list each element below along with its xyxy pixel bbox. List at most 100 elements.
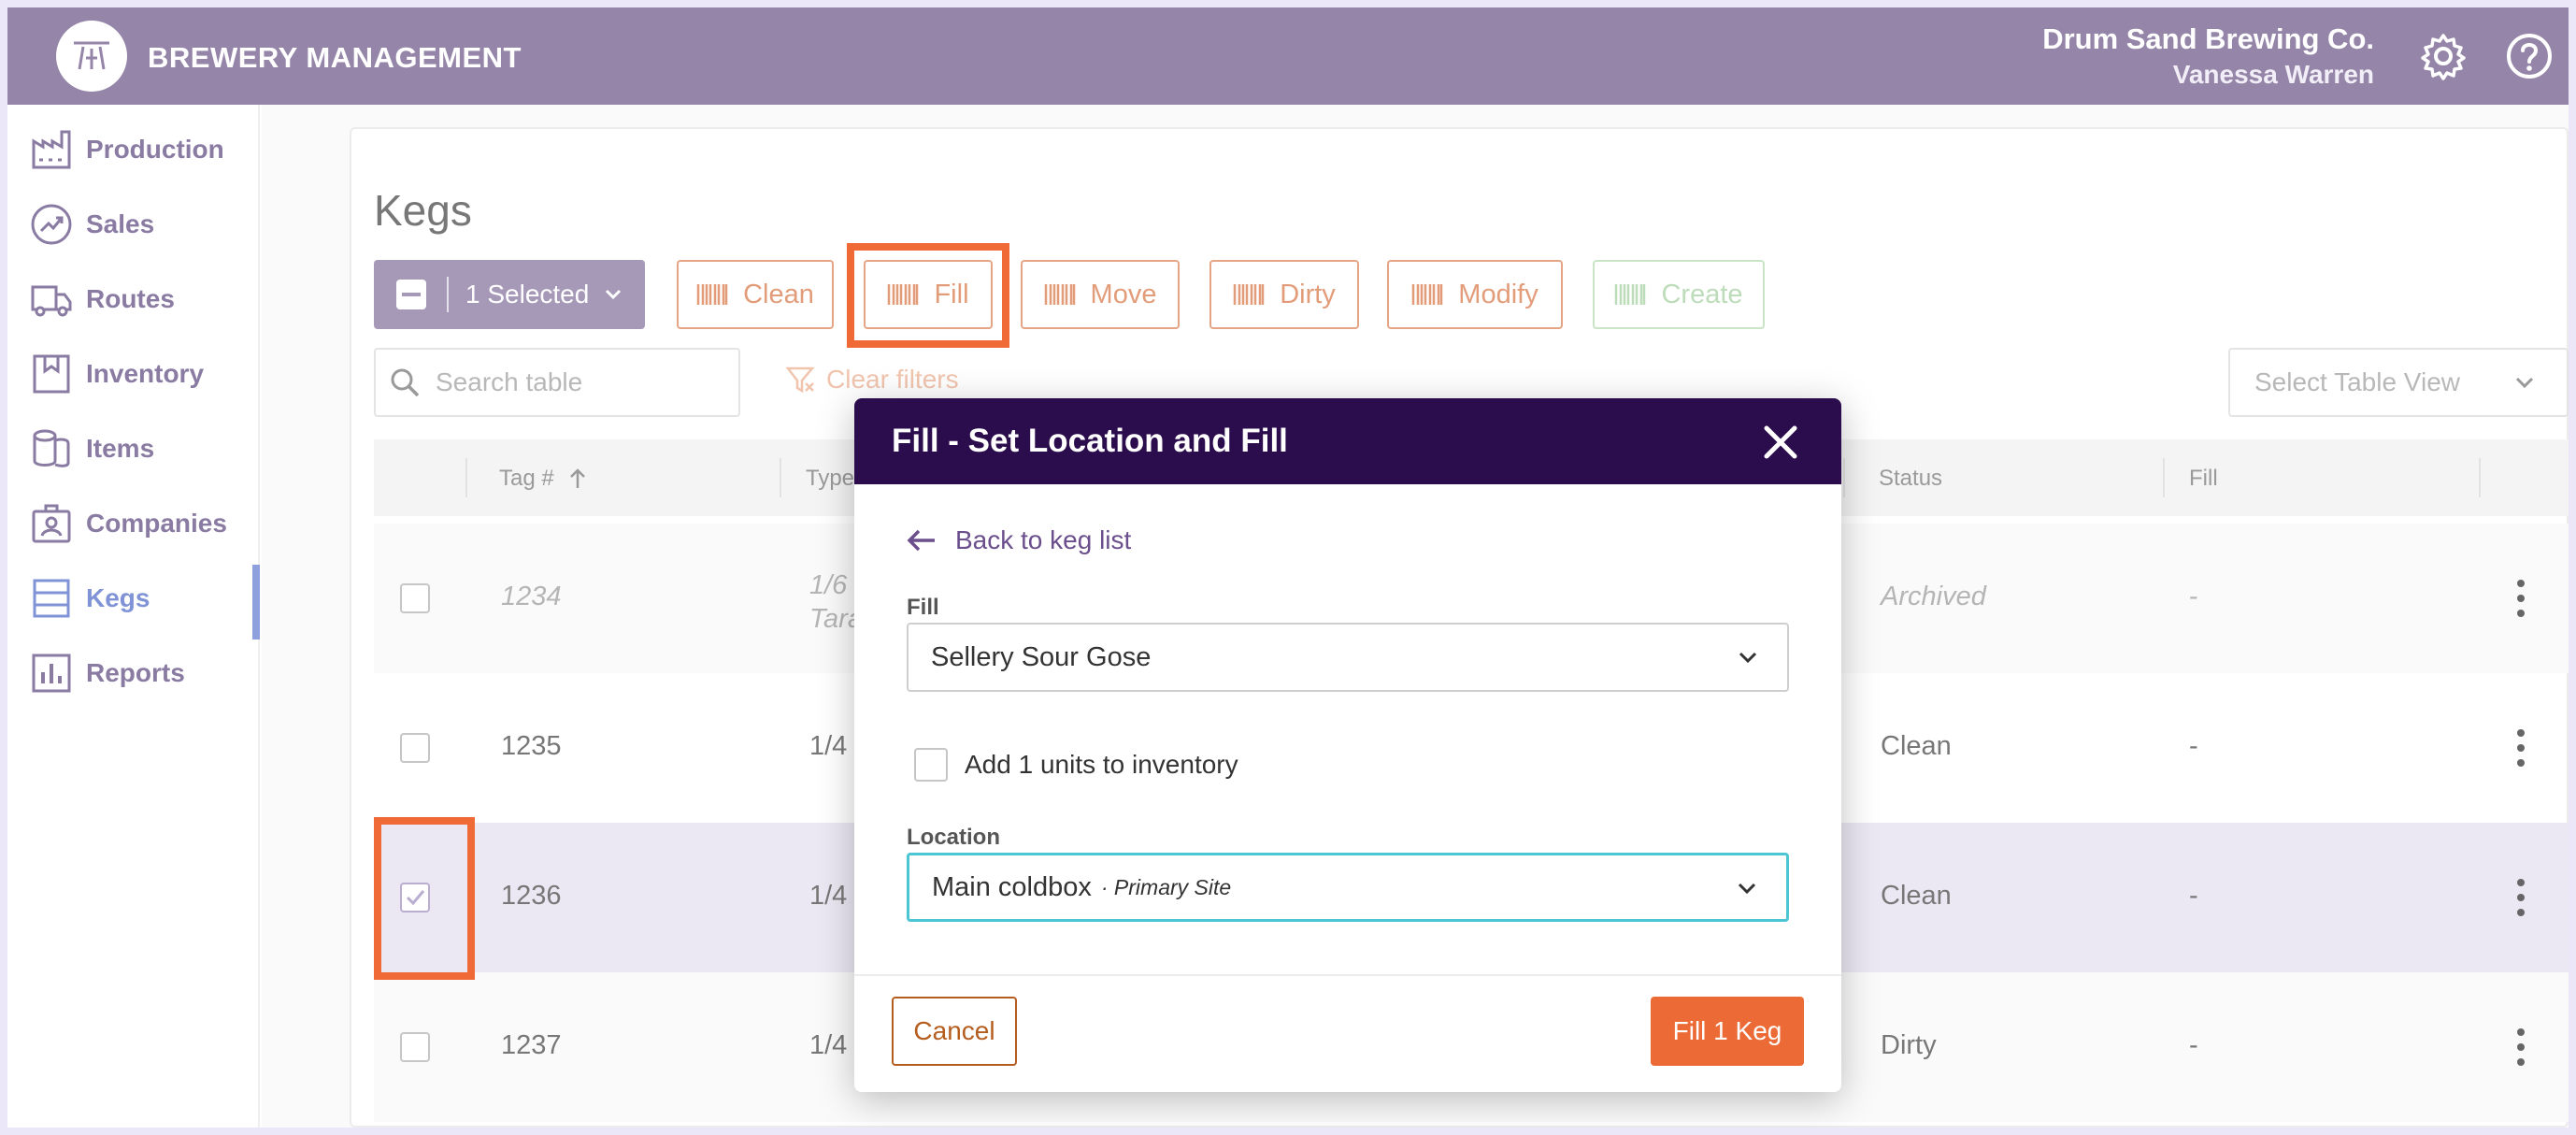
add-to-inventory-checkbox[interactable] <box>914 748 948 782</box>
sidebar-item-items[interactable]: Items <box>7 415 260 482</box>
company-name: Drum Sand Brewing Co. <box>2042 22 2374 55</box>
chevron-down-icon <box>606 289 622 300</box>
move-button[interactable]: Move <box>1021 260 1180 329</box>
row-checkbox[interactable] <box>400 1032 430 1062</box>
sidebar-item-routes[interactable]: Routes <box>7 266 260 333</box>
sidebar-item-production[interactable]: Production <box>7 116 260 183</box>
column-status[interactable]: Status <box>1879 466 1942 492</box>
row-checkbox[interactable] <box>400 583 430 613</box>
search-placeholder: Search table <box>436 367 583 396</box>
brewery-logo-icon[interactable] <box>56 21 127 92</box>
close-icon[interactable] <box>1759 421 1802 464</box>
fill-select-value: Sellery Sour Gose <box>931 641 1152 672</box>
move-label: Move <box>1090 279 1157 309</box>
more-vertical-icon[interactable] <box>2516 578 2526 619</box>
bar-chart-icon <box>32 654 71 693</box>
checkbox-highlight <box>374 817 475 980</box>
sort-asc-icon <box>569 468 585 488</box>
fill-kegs-button[interactable]: Fill 1 Keg <box>1651 997 1804 1066</box>
dirty-button[interactable]: Dirty <box>1209 260 1359 329</box>
back-link-label: Back to keg list <box>955 525 1132 554</box>
arrow-left-icon <box>907 529 935 552</box>
fill-field-label: Fill <box>907 595 939 620</box>
modify-button[interactable]: Modify <box>1387 260 1563 329</box>
clean-label: Clean <box>743 279 814 309</box>
modify-label: Modify <box>1458 279 1538 309</box>
account-info[interactable]: Drum Sand Brewing Co. Vanessa Warren <box>2042 22 2374 90</box>
type-cell: 1/4 <box>809 731 848 761</box>
column-fill[interactable]: Fill <box>2189 466 2218 492</box>
select-partial-icon <box>396 280 426 309</box>
back-to-keg-list-link[interactable]: Back to keg list <box>907 525 1131 555</box>
status-cell: Clean <box>1881 731 1952 761</box>
sidebar-item-companies[interactable]: Companies <box>7 490 260 557</box>
clean-button[interactable]: Clean <box>677 260 834 329</box>
sidebar-item-inventory[interactable]: Inventory <box>7 340 260 408</box>
barcode-icon <box>1233 284 1265 305</box>
tag-cell: 1235 <box>501 731 562 761</box>
sidebar-item-label: Kegs <box>86 583 150 612</box>
column-tag[interactable]: Tag # <box>499 466 586 492</box>
location-select[interactable]: Main coldbox · Primary Site <box>907 853 1789 922</box>
app-window: BREWERY MANAGEMENT Drum Sand Brewing Co.… <box>7 7 2569 1128</box>
sidebar-item-label: Items <box>86 434 155 463</box>
location-field-label: Location <box>907 825 1000 850</box>
sidebar-item-kegs[interactable]: Kegs <box>7 565 260 639</box>
sidebar-item-label: Sales <box>86 209 155 238</box>
dirty-label: Dirty <box>1280 279 1336 309</box>
fill-modal: Fill - Set Location and Fill Back to keg… <box>854 398 1841 1092</box>
table-view-select[interactable]: Select Table View <box>2228 348 2569 417</box>
create-button[interactable]: Create <box>1593 260 1765 329</box>
gear-icon[interactable] <box>2417 30 2469 82</box>
fill-highlight <box>847 243 1009 348</box>
more-vertical-icon[interactable] <box>2516 1027 2526 1068</box>
more-vertical-icon[interactable] <box>2516 877 2526 918</box>
table-view-placeholder: Select Table View <box>2254 367 2460 396</box>
status-cell: Clean <box>1881 881 1952 911</box>
fill-cell: - <box>2189 881 2198 911</box>
modal-footer: Cancel Fill 1 Keg <box>854 974 1841 1092</box>
add-to-inventory-option[interactable]: Add 1 units to inventory <box>914 748 1238 782</box>
fill-cell: - <box>2189 1030 2198 1060</box>
status-cell: Dirty <box>1881 1030 1937 1060</box>
fill-cell: - <box>2189 731 2198 761</box>
trend-chart-icon <box>31 204 72 245</box>
more-vertical-icon[interactable] <box>2516 727 2526 769</box>
status-cell: Archived <box>1881 582 1986 611</box>
column-type[interactable]: Type <box>806 466 854 492</box>
location-select-value: Main coldbox <box>932 871 1092 902</box>
sidebar-item-sales[interactable]: Sales <box>7 191 260 258</box>
barcode-icon <box>696 284 728 305</box>
sidebar-item-label: Inventory <box>86 359 205 388</box>
sidebar-item-reports[interactable]: Reports <box>7 639 260 707</box>
type-cell: 1/4 <box>809 1030 848 1060</box>
tag-cell: 1237 <box>501 1030 562 1060</box>
selection-dropdown[interactable]: 1 Selected <box>374 260 645 329</box>
barrels-icon <box>33 429 70 467</box>
fill-cell: - <box>2189 582 2198 611</box>
sidebar-item-label: Companies <box>86 509 227 538</box>
selected-count: 1 Selected <box>465 280 590 309</box>
fill-select[interactable]: Sellery Sour Gose <box>907 623 1789 692</box>
user-name: Vanessa Warren <box>2172 60 2374 89</box>
search-input[interactable]: Search table <box>374 348 740 417</box>
barcode-icon <box>1615 284 1646 305</box>
location-site: · Primary Site <box>1100 874 1232 899</box>
sidebar-item-label: Routes <box>86 284 175 313</box>
filter-off-icon <box>785 366 815 394</box>
factory-icon <box>32 130 71 169</box>
create-label: Create <box>1661 279 1743 309</box>
clear-filters-button[interactable]: Clear filters <box>785 365 959 395</box>
row-checkbox[interactable] <box>400 733 430 763</box>
cancel-button[interactable]: Cancel <box>892 997 1017 1066</box>
modal-title: Fill - Set Location and Fill <box>892 423 1288 459</box>
sidebar-item-label: Reports <box>86 658 185 687</box>
sidebar-item-label: Production <box>86 135 224 164</box>
app-title: BREWERY MANAGEMENT <box>148 41 522 74</box>
add-to-inventory-label: Add 1 units to inventory <box>965 750 1238 779</box>
clear-filters-label: Clear filters <box>826 365 959 394</box>
help-icon[interactable] <box>2503 30 2555 82</box>
search-icon <box>391 368 420 397</box>
keg-stack-icon <box>33 579 70 618</box>
chevron-down-icon <box>1738 883 1756 895</box>
